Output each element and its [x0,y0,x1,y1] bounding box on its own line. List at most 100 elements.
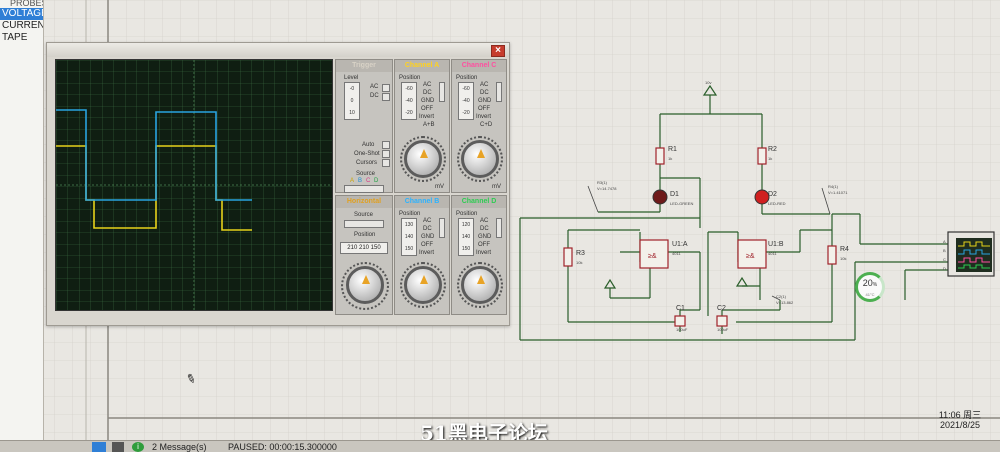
horizontal-position-readout[interactable]: 210 210 150 [340,242,388,254]
trigger-source-b[interactable]: B [358,178,362,185]
oscilloscope-titlebar[interactable] [47,43,509,57]
capacitor-c2 [716,315,728,327]
channel-b-coupling-switch[interactable] [439,218,445,238]
trigger-source-label: Source [356,171,376,177]
channel-d-spin-3: 150 [461,246,471,252]
channel-c-position-label: Position [456,75,478,81]
horizontal-source-slider[interactable] [344,220,384,228]
trigger-source-slider[interactable] [344,185,384,193]
u1b-label: U1:B [768,241,784,248]
probe-r3-value: V=14.7478 [597,186,617,191]
trigger-level-spinner[interactable]: -0 0 10 [344,82,360,120]
waveform-plot [56,60,332,310]
channel-a-coupling-switch[interactable] [439,82,445,102]
r4-label: R4 [840,246,849,253]
trigger-dc-switch[interactable] [382,93,390,101]
u1a-part: 4011 [672,251,681,256]
r3-value: 10k [576,260,583,265]
knob-pointer-icon [420,149,428,158]
channel-c-coupling-switch[interactable] [496,82,502,102]
channel-d-dc-label: DC [480,226,489,232]
scope-pin-c: C [943,257,946,262]
horizontal-pos-3: 150 [370,245,381,251]
trigger-level-value-2: 0 [350,98,354,104]
c1-label: C1 [676,305,685,312]
channel-b-spin-2: 140 [404,234,414,240]
trigger-dc-label: DC [370,93,379,99]
d2-type: LED-RED [768,201,786,206]
channel-c-position-spinner[interactable]: -60 -40 -20 [458,82,474,120]
channel-c-volts-knob[interactable] [461,140,499,178]
resistor-r1 [655,147,665,165]
channel-b-panel: Channel B Position 130 140 150 AC DC GND… [394,195,450,315]
horizontal-source-label: Source [354,212,374,218]
channel-a-combine-label[interactable]: A+B [423,122,435,129]
channel-d-panel: Channel D Position 120 140 150 AC DC GND… [451,195,507,315]
play-control-icon[interactable] [92,442,106,452]
channel-c-gnd-label: GND [478,98,492,104]
d1-type: LED-GREEN [670,201,694,206]
probe-r4-value: V=1.41071 [828,190,848,195]
u1a-label: U1:A [672,241,688,248]
stop-control-icon[interactable] [112,442,124,452]
channel-d-spin-2: 140 [461,234,471,240]
probe-item-voltage[interactable]: VOLTAGE [0,8,43,20]
channel-a-knob-unit: mV [435,184,444,190]
channel-a-panel: Channel A Position -60 -40 -20 AC DC GND… [394,59,450,193]
channel-b-title: Channel B [395,196,449,208]
channel-c-panel: Channel C Position -60 -40 -20 AC DC GND… [451,59,507,193]
horizontal-title: Horizontal [336,196,392,208]
probe-r3-name: R3(1) [597,180,608,185]
horizontal-pos-1: 210 [347,245,358,251]
trigger-level-value-3: 10 [349,110,355,116]
channel-a-off-label: OFF [421,106,433,112]
channel-c-combine-label[interactable]: C+D [480,122,492,129]
vcc-label: 10v [705,80,712,85]
channel-a-invert-label: Invert [419,114,435,120]
r2-value: 1k [768,156,773,161]
channel-b-position-spinner[interactable]: 130 140 150 [401,218,417,256]
trigger-title: Trigger [336,60,392,72]
resistor-r3 [563,247,573,267]
trigger-ac-switch[interactable] [382,84,390,92]
probe-item-tape[interactable]: TAPE [0,32,43,44]
probe-item-current[interactable]: CURRENT [0,20,43,32]
channel-b-ac-label: AC [423,218,432,224]
channel-a-gnd-label: GND [421,98,435,104]
cpu-load-value: 20 [862,278,873,288]
status-bar: i 2 Message(s) PAUSED: 00:00:15.300000 [0,440,1000,452]
r1-value: 1k [668,156,673,161]
oscilloscope-window[interactable]: × Trigger Level -0 0 10 AC DC Auto One-S… [46,42,510,326]
close-button[interactable]: × [491,45,505,57]
ground-terminal-1 [603,278,617,289]
trigger-ac-label: AC [370,84,379,90]
channel-c-knob-unit: mV [492,184,501,190]
trigger-source-c[interactable]: C [366,178,370,185]
channel-d-coupling-switch[interactable] [496,218,502,238]
trigger-source-a[interactable]: A [350,178,354,185]
message-count[interactable]: 2 Message(s) [152,441,207,452]
channel-a-position-spinner[interactable]: -60 -40 -20 [401,82,417,120]
info-icon: i [132,442,144,452]
channel-a-volts-knob[interactable] [404,140,442,178]
schematic-workspace[interactable]: ≥& ≥& 10v R1 1k R2 1k R3 10k R4 10k D1 L… [0,0,1000,440]
trigger-level-label: Level [344,75,359,81]
oscilloscope-symbol [947,231,995,277]
clock-date: 2021/8/25 [939,420,981,430]
channel-d-volts-knob[interactable] [461,266,499,304]
r3-label: R3 [576,250,585,257]
trigger-one-shot-button[interactable] [382,150,390,158]
trigger-source-d[interactable]: D [374,178,378,185]
channel-c-title: Channel C [452,60,506,72]
horizontal-time-knob[interactable] [346,266,384,304]
channel-c-off-label: OFF [478,106,490,112]
channel-b-volts-knob[interactable] [404,266,442,304]
trigger-cursors-button[interactable] [382,159,390,167]
channel-d-position-spinner[interactable]: 120 140 150 [458,218,474,256]
trigger-auto-button[interactable] [382,141,390,149]
trigger-panel: Trigger Level -0 0 10 AC DC Auto One-Sho… [335,59,393,193]
channel-a-position-label: Position [399,75,421,81]
probe-c2-name: C2(1) [776,294,787,299]
probe-c2-value: V=13.862 [776,300,794,305]
channel-d-title: Channel D [452,196,506,208]
